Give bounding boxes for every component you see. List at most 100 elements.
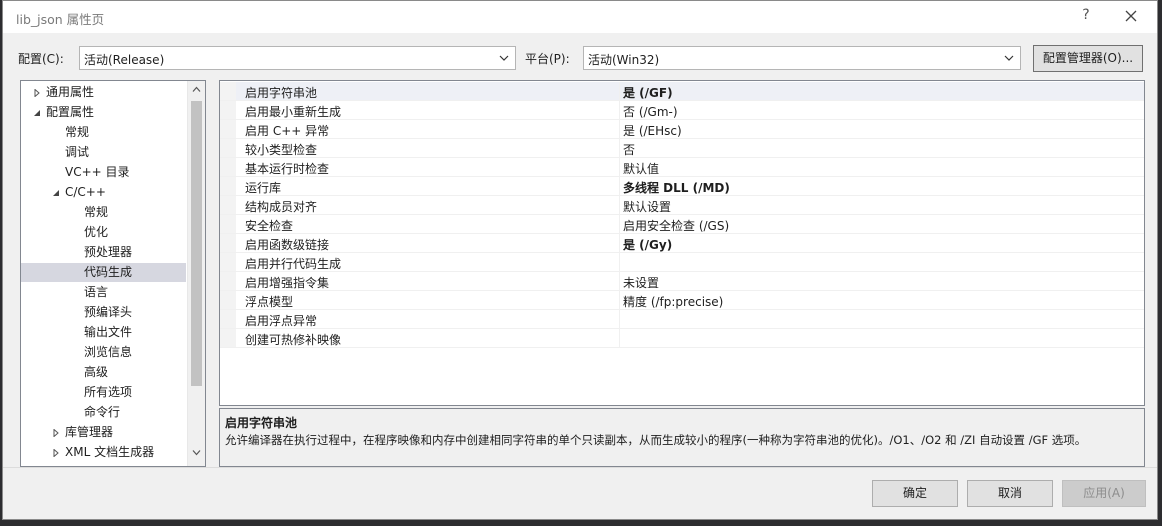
property-tree: 通用属性 配置属性 常规 调试 VC++ 目录 C/C++ 常规 优化 预处理器 代码生成 语言 预编… — [20, 80, 206, 467]
property-row[interactable]: 启用增强指令集 未设置 — [220, 272, 1144, 291]
row-gutter — [220, 120, 236, 138]
tree-item[interactable]: 预编译头 — [21, 303, 186, 322]
property-value[interactable]: 默认值 — [623, 160, 659, 177]
property-row[interactable]: 结构成员对齐 默认设置 — [220, 196, 1144, 215]
property-row[interactable]: 启用 C++ 异常 是 (/EHsc) — [220, 120, 1144, 139]
tree-item[interactable]: C/C++ — [21, 183, 186, 202]
tree-item[interactable]: 高级 — [21, 363, 186, 382]
collapse-arrow-icon[interactable] — [52, 189, 60, 197]
row-gutter — [220, 82, 236, 100]
property-row[interactable]: 启用字符串池 是 (/GF) — [220, 82, 1144, 101]
column-divider — [619, 215, 620, 233]
tree-item[interactable]: 配置属性 — [21, 103, 186, 122]
collapse-arrow-icon[interactable] — [33, 109, 41, 117]
help-button[interactable]: ? — [1077, 7, 1095, 27]
property-name: 创建可热修补映像 — [245, 333, 342, 347]
property-name: 启用浮点异常 — [245, 314, 318, 328]
tree-item[interactable]: 库管理器 — [21, 423, 186, 442]
column-divider — [619, 139, 620, 157]
tree-item[interactable]: 命令行 — [21, 403, 186, 422]
tree-item[interactable]: 通用属性 — [21, 83, 186, 102]
property-row[interactable]: 安全检查 启用安全检查 (/GS) — [220, 215, 1144, 234]
property-row[interactable]: 运行库 多线程 DLL (/MD) — [220, 177, 1144, 196]
tree-item[interactable]: 浏览信息 — [21, 343, 186, 362]
tree-item-label: 调试 — [65, 145, 90, 159]
tree-item[interactable]: XML 文档生成器 — [21, 443, 186, 462]
tree-scrollbar[interactable] — [187, 81, 205, 466]
property-value[interactable]: 否 — [623, 141, 635, 158]
row-gutter — [220, 291, 236, 309]
scroll-up-icon[interactable] — [192, 86, 201, 93]
property-row[interactable]: 启用函数级链接 是 (/Gy) — [220, 234, 1144, 253]
apply-button[interactable]: 应用(A) — [1062, 480, 1146, 507]
tree-item[interactable]: 预处理器 — [21, 243, 186, 262]
tree-item[interactable]: 代码生成 — [21, 263, 186, 282]
property-row[interactable]: 基本运行时检查 默认值 — [220, 158, 1144, 177]
footer-divider — [3, 467, 1157, 468]
property-name: 启用增强指令集 — [245, 276, 330, 290]
property-row[interactable]: 较小类型检查 否 — [220, 139, 1144, 158]
row-gutter — [220, 310, 236, 328]
row-gutter — [220, 215, 236, 233]
chevron-down-icon — [1004, 55, 1014, 61]
property-value[interactable]: 是 (/GF) — [623, 84, 673, 101]
close-icon[interactable] — [1121, 6, 1141, 26]
column-divider — [619, 101, 620, 119]
column-divider — [619, 253, 620, 271]
tree-item[interactable]: 优化 — [21, 223, 186, 242]
platform-dropdown[interactable]: 活动(Win32) — [583, 46, 1021, 70]
property-name: 浮点模型 — [245, 295, 294, 309]
tree-item-label: VC++ 目录 — [65, 165, 130, 179]
property-grid: 启用字符串池是 (/GF) 启用最小重新生成否 (/Gm-) 启用 C++ 异常是 … — [219, 80, 1145, 406]
scroll-down-icon[interactable] — [192, 449, 201, 456]
property-row[interactable]: 启用浮点异常 — [220, 310, 1144, 329]
property-value[interactable]: 默认设置 — [623, 198, 671, 215]
column-divider — [619, 291, 620, 309]
tree-item[interactable]: VC++ 目录 — [21, 163, 186, 182]
scrollbar-thumb[interactable] — [191, 101, 202, 386]
property-row[interactable]: 浮点模型 精度 (/fp:precise) — [220, 291, 1144, 310]
property-value[interactable]: 多线程 DLL (/MD) — [623, 179, 730, 196]
property-value[interactable]: 启用安全检查 (/GS) — [623, 217, 729, 234]
chevron-down-icon — [499, 55, 509, 61]
property-value[interactable]: 未设置 — [623, 274, 659, 291]
tree-item-label: 配置属性 — [46, 105, 95, 119]
property-name: 启用 C++ 异常 — [245, 124, 330, 138]
property-name: 安全检查 — [245, 219, 294, 233]
cancel-button[interactable]: 取消 — [967, 480, 1053, 507]
column-divider — [619, 120, 620, 138]
property-name: 基本运行时检查 — [245, 162, 330, 176]
property-row[interactable]: 启用最小重新生成 否 (/Gm-) — [220, 101, 1144, 120]
property-row[interactable]: 创建可热修补映像 — [220, 329, 1144, 348]
column-divider — [619, 82, 620, 100]
property-row[interactable]: 启用并行代码生成 — [220, 253, 1144, 272]
platform-label: 平台(P): — [525, 52, 570, 66]
tree-item[interactable]: 所有选项 — [21, 383, 186, 402]
config-manager-button[interactable]: 配置管理器(O)... — [1033, 45, 1143, 72]
tree-item[interactable]: 常规 — [21, 203, 186, 222]
ok-button[interactable]: 确定 — [872, 480, 958, 507]
tree-item[interactable]: 调试 — [21, 143, 186, 162]
property-value[interactable]: 是 (/EHsc) — [623, 122, 682, 139]
tree-item[interactable]: 输出文件 — [21, 323, 186, 342]
property-value[interactable]: 精度 (/fp:precise) — [623, 293, 723, 310]
column-divider — [619, 272, 620, 290]
row-gutter — [220, 158, 236, 176]
property-value[interactable]: 否 (/Gm-) — [623, 103, 678, 120]
config-label: 配置(C): — [18, 52, 64, 66]
row-gutter — [220, 177, 236, 195]
platform-value: 活动(Win32) — [588, 53, 660, 67]
column-divider — [619, 310, 620, 328]
row-gutter — [220, 196, 236, 214]
expand-arrow-icon[interactable] — [52, 449, 60, 457]
tree-item[interactable]: 常规 — [21, 123, 186, 142]
column-divider — [619, 234, 620, 252]
config-dropdown[interactable]: 活动(Release) — [79, 46, 516, 70]
expand-arrow-icon[interactable] — [52, 429, 60, 437]
row-gutter — [220, 272, 236, 290]
row-gutter — [220, 139, 236, 157]
expand-arrow-icon[interactable] — [33, 89, 41, 97]
property-name: 启用并行代码生成 — [245, 257, 342, 271]
tree-item[interactable]: 语言 — [21, 283, 186, 302]
property-value[interactable]: 是 (/Gy) — [623, 236, 672, 253]
